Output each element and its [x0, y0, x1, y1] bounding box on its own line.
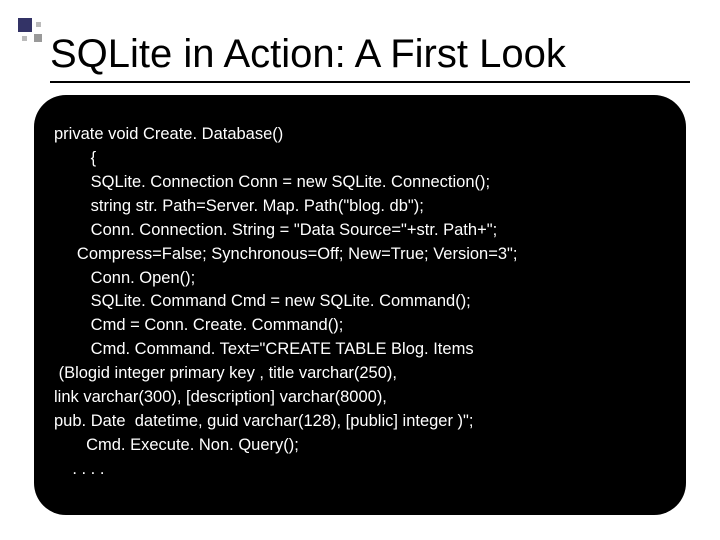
code-line: Compress=False; Synchronous=Off; New=Tru…: [54, 243, 666, 267]
code-line: SQLite. Connection Conn = new SQLite. Co…: [54, 171, 666, 195]
code-line: Cmd. Command. Text="CREATE TABLE Blog. I…: [54, 338, 666, 362]
code-line: {: [54, 147, 666, 171]
code-line: Conn. Connection. String = "Data Source=…: [54, 219, 666, 243]
code-line: SQLite. Command Cmd = new SQLite. Comman…: [54, 290, 666, 314]
code-line: link varchar(300), [description] varchar…: [54, 386, 666, 410]
code-line: string str. Path=Server. Map. Path("blog…: [54, 195, 666, 219]
code-line: (Blogid integer primary key , title varc…: [54, 362, 666, 386]
slide-title: SQLite in Action: A First Look: [50, 32, 690, 83]
code-panel: private void Create. Database() { SQLite…: [34, 95, 686, 515]
code-line: Conn. Open();: [54, 267, 666, 291]
code-line: Cmd = Conn. Create. Command();: [54, 314, 666, 338]
code-line: private void Create. Database(): [54, 123, 666, 147]
code-line: . . . .: [54, 458, 666, 482]
code-line: Cmd. Execute. Non. Query();: [54, 434, 666, 458]
code-line: pub. Date datetime, guid varchar(128), […: [54, 410, 666, 434]
